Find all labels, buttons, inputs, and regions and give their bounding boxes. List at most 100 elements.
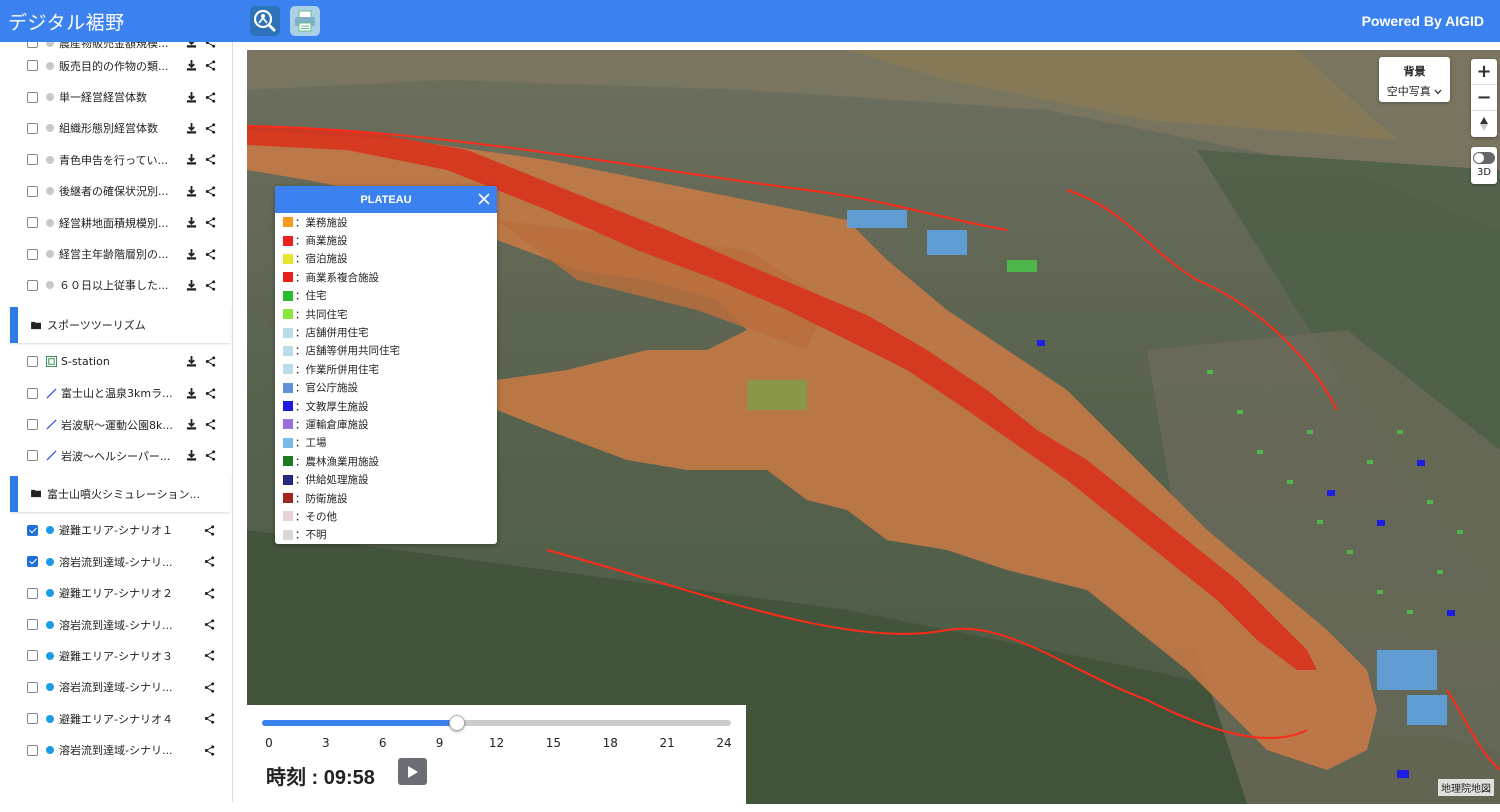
share-icon[interactable] — [205, 419, 216, 430]
share-icon[interactable] — [204, 744, 215, 756]
download-icon[interactable] — [186, 279, 197, 291]
layer-row[interactable]: 溶岩流到達域-シナリ... — [0, 734, 240, 765]
play-button[interactable] — [398, 758, 427, 785]
folder-sports-tourism[interactable]: スポーツツーリズム — [10, 307, 230, 344]
share-icon[interactable] — [205, 217, 216, 228]
download-icon[interactable] — [186, 60, 197, 71]
share-icon[interactable] — [205, 280, 216, 291]
layer-row[interactable]: 避難エリア-シナリオ１ — [0, 515, 240, 546]
layer-checkbox[interactable] — [27, 713, 38, 725]
layer-row[interactable]: 後継者の確保状況別... — [0, 176, 240, 207]
layer-checkbox[interactable] — [27, 279, 38, 291]
zoom-in-button[interactable]: + — [1471, 59, 1497, 85]
share-icon[interactable] — [204, 588, 215, 599]
layer-checkbox[interactable] — [27, 154, 38, 166]
layer-checkbox[interactable] — [27, 356, 38, 368]
download-icon[interactable] — [186, 248, 197, 260]
share-icon[interactable] — [204, 525, 215, 536]
share-icon[interactable] — [205, 388, 216, 399]
download-icon[interactable] — [186, 42, 197, 48]
time-slider-thumb[interactable] — [448, 715, 465, 731]
print-button[interactable] — [290, 6, 320, 36]
layer-row[interactable]: 農産物販売金額規模... — [0, 42, 240, 50]
folder-icon — [31, 321, 41, 329]
layer-row[interactable]: 岩波〜ヘルシーパー... — [0, 440, 240, 471]
layer-row[interactable]: 溶岩流到達域-シナリ... — [0, 546, 240, 577]
layer-checkbox[interactable] — [27, 450, 38, 462]
layer-row[interactable]: 避難エリア-シナリオ２ — [0, 577, 240, 608]
legend-label: ：防衛施設 — [295, 492, 348, 505]
toggle-3d[interactable]: 3D — [1471, 147, 1497, 184]
layer-row[interactable]: 単一経営経営体数 — [0, 81, 240, 112]
layer-row[interactable]: 避難エリア-シナリオ３ — [0, 640, 240, 671]
download-icon[interactable] — [186, 387, 197, 399]
layer-checkbox[interactable] — [27, 524, 38, 536]
download-icon[interactable] — [186, 450, 197, 462]
layer-sidebar[interactable]: 農産物販売金額規模... 販売目的の作物の類... 単一経営経営体数 組織形態別経営… — [0, 42, 240, 812]
layer-row[interactable]: 青色申告を行ってい... — [0, 144, 240, 175]
legend-label: ：官公庁施設 — [295, 382, 358, 395]
map-view[interactable]: 背景 空中写真 + − 3D PLATEAU ：業務施設 ：商業施設 ：宿泊施設 ：商… — [247, 50, 1500, 804]
compass-button[interactable] — [1471, 111, 1497, 137]
layer-row[interactable]: 富士山と温泉3kmラ... — [0, 378, 240, 409]
share-icon[interactable] — [205, 42, 216, 48]
share-icon[interactable] — [204, 682, 215, 693]
share-icon[interactable] — [205, 154, 216, 165]
layer-row[interactable]: 組織形態別経営体数 — [0, 113, 240, 144]
layer-checkbox[interactable] — [27, 122, 38, 134]
layer-checkbox[interactable] — [27, 248, 38, 260]
folder-fuji-eruption[interactable]: 富士山噴火シミュレーション... — [10, 475, 230, 512]
layer-row[interactable]: 経営主年齢階層別の... — [0, 238, 240, 269]
share-icon[interactable] — [205, 450, 216, 462]
layer-row[interactable]: 溶岩流到達域-シナリ... — [0, 609, 240, 640]
layer-dot-icon — [46, 124, 54, 133]
layer-checkbox[interactable] — [27, 419, 38, 431]
layer-row[interactable]: 避難エリア-シナリオ４ — [0, 703, 240, 734]
background-value[interactable]: 空中写真 — [1379, 83, 1450, 99]
layer-checkbox[interactable] — [27, 744, 38, 756]
download-icon[interactable] — [186, 185, 197, 197]
download-icon[interactable] — [186, 356, 197, 367]
share-icon[interactable] — [205, 123, 216, 134]
toggle-3d-switch[interactable] — [1473, 152, 1495, 164]
layer-checkbox[interactable] — [27, 556, 38, 568]
layer-checkbox[interactable] — [27, 185, 38, 197]
layer-checkbox[interactable] — [27, 619, 38, 631]
layer-checkbox[interactable] — [27, 387, 38, 399]
layer-row[interactable]: 溶岩流到達域-シナリ... — [0, 672, 240, 703]
map-attribution[interactable]: 地理院地図 — [1438, 779, 1494, 796]
share-icon[interactable] — [205, 356, 216, 367]
layer-checkbox[interactable] — [27, 681, 38, 693]
layer-checkbox[interactable] — [27, 650, 38, 662]
share-icon[interactable] — [205, 248, 216, 260]
download-icon[interactable] — [186, 122, 197, 134]
share-icon[interactable] — [204, 713, 215, 724]
layer-checkbox[interactable] — [27, 217, 38, 229]
layer-row[interactable]: 岩波駅〜運動公園8k... — [0, 409, 240, 440]
download-icon[interactable] — [186, 154, 197, 165]
layer-checkbox[interactable] — [27, 587, 38, 599]
download-icon[interactable] — [186, 419, 197, 430]
layer-row[interactable]: ６０日以上従事した... — [0, 270, 240, 301]
legend-swatch — [283, 456, 293, 467]
layer-checkbox[interactable] — [27, 91, 38, 103]
layer-checkbox[interactable] — [27, 60, 38, 72]
zoom-out-button[interactable]: − — [1471, 85, 1497, 111]
share-icon[interactable] — [205, 91, 216, 103]
share-icon[interactable] — [204, 556, 215, 567]
layer-checkbox[interactable] — [27, 42, 38, 48]
download-icon[interactable] — [186, 217, 197, 228]
share-icon[interactable] — [204, 619, 215, 630]
background-select[interactable]: 背景 空中写真 — [1379, 57, 1450, 102]
share-icon[interactable] — [205, 186, 216, 197]
layer-dot-icon — [46, 155, 54, 164]
layer-row[interactable]: 販売目的の作物の類... — [0, 50, 240, 81]
time-slider[interactable] — [262, 715, 731, 731]
close-icon[interactable] — [477, 192, 491, 206]
layer-row[interactable]: S-station — [0, 346, 240, 377]
layer-row[interactable]: 経営耕地面積規模別... — [0, 207, 240, 238]
search-people-button[interactable] — [250, 6, 280, 36]
download-icon[interactable] — [186, 91, 197, 103]
share-icon[interactable] — [205, 60, 216, 71]
share-icon[interactable] — [204, 650, 215, 662]
